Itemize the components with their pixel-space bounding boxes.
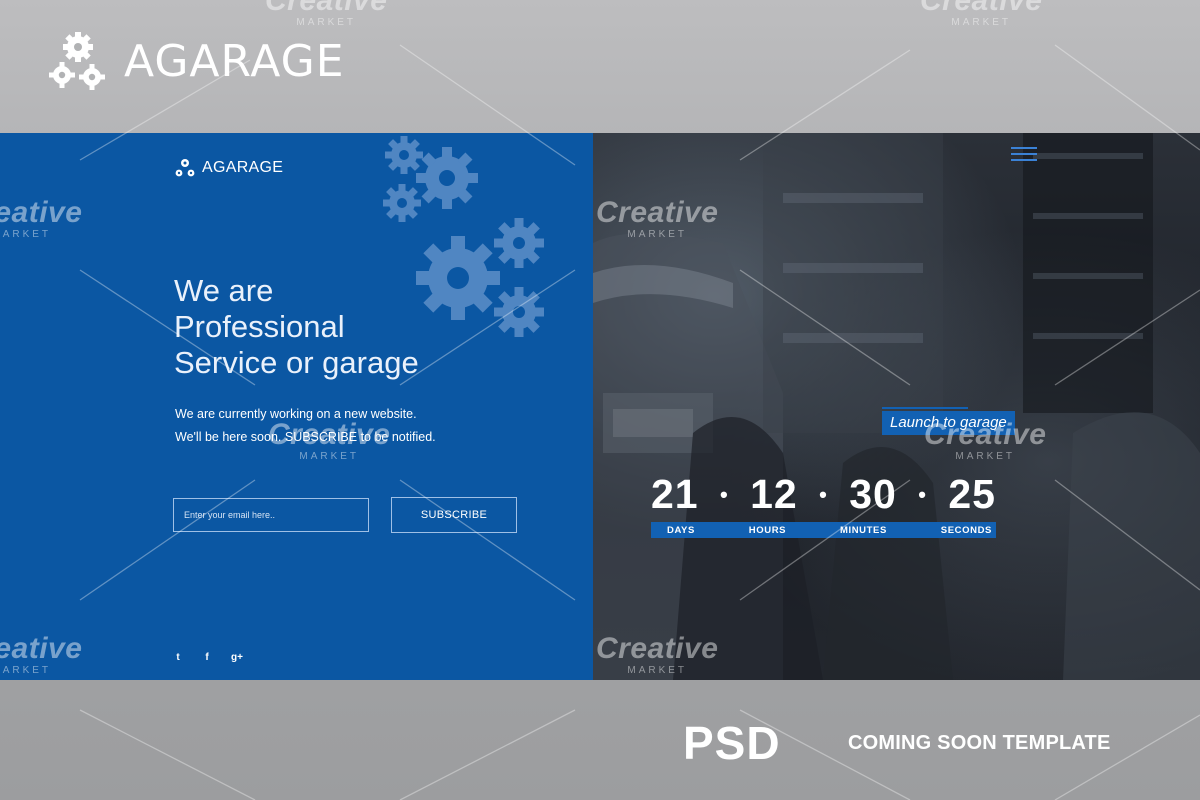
- email-field[interactable]: [173, 498, 369, 532]
- countdown-digits: 21 • 12 • 30 • 25: [651, 471, 996, 518]
- template-type-label: COMING SOON TEMPLATE: [848, 732, 1111, 754]
- facebook-icon[interactable]: f: [202, 652, 212, 663]
- twitter-icon[interactable]: t: [173, 652, 183, 663]
- countdown-separator: •: [720, 481, 729, 507]
- site-logo[interactable]: AGARAGE: [174, 157, 283, 179]
- label-seconds: SECONDS: [940, 524, 992, 536]
- hero-description: We are currently working on a new websit…: [175, 403, 436, 449]
- countdown-days: 21: [651, 471, 699, 517]
- label-minutes: MINUTES: [839, 524, 887, 536]
- headline-line: Service or garage: [174, 345, 419, 380]
- intro-panel: AGARAGE We are Professional Service or g…: [0, 133, 593, 680]
- watermark: CreativeMARKET: [920, 0, 1043, 28]
- description-line: We'll be here soon. SUBSCRIBE to be noti…: [175, 430, 436, 444]
- description-line: We are currently working on a new websit…: [175, 407, 417, 421]
- countdown-hours: 12: [750, 471, 798, 517]
- hamburger-menu-icon[interactable]: [1011, 147, 1037, 165]
- countdown-separator: •: [918, 481, 927, 507]
- countdown-seconds: 25: [948, 471, 996, 517]
- subscribe-button[interactable]: SUBSCRIBE: [391, 497, 517, 533]
- site-logo-text: AGARAGE: [202, 159, 284, 176]
- gears-logo-icon: [175, 159, 195, 177]
- label-hours: HOURS: [748, 524, 787, 536]
- social-links: t f g+: [173, 652, 243, 663]
- template-preview: AGARAGE We are Professional Service or g…: [0, 133, 1200, 680]
- countdown-separator: •: [819, 481, 828, 507]
- countdown-labels: DAYS HOURS MINUTES SECONDS: [651, 522, 996, 538]
- psd-badge: PSD: [683, 717, 781, 769]
- gears-logo-icon: [49, 32, 105, 90]
- google-plus-icon[interactable]: g+: [231, 652, 243, 663]
- label-days: DAYS: [667, 524, 695, 536]
- hero-headline: We are Professional Service or garage: [174, 273, 419, 381]
- countdown-timer: 21 • 12 • 30 • 25 DAYS HOURS MINUTES SEC…: [651, 471, 996, 538]
- watermark: CreativeMARKET: [265, 0, 388, 28]
- top-brand: AGARAGE: [46, 26, 345, 96]
- launch-label: Launch to garage: [882, 407, 1015, 435]
- headline-line: We are: [174, 273, 274, 308]
- countdown-panel: Launch to garage 21 • 12 • 30 • 25 DAYS …: [593, 133, 1200, 680]
- subscribe-form: SUBSCRIBE: [173, 497, 517, 533]
- countdown-minutes: 30: [849, 471, 897, 517]
- top-brand-title: AGARAGE: [124, 35, 345, 87]
- headline-line: Professional: [174, 309, 345, 344]
